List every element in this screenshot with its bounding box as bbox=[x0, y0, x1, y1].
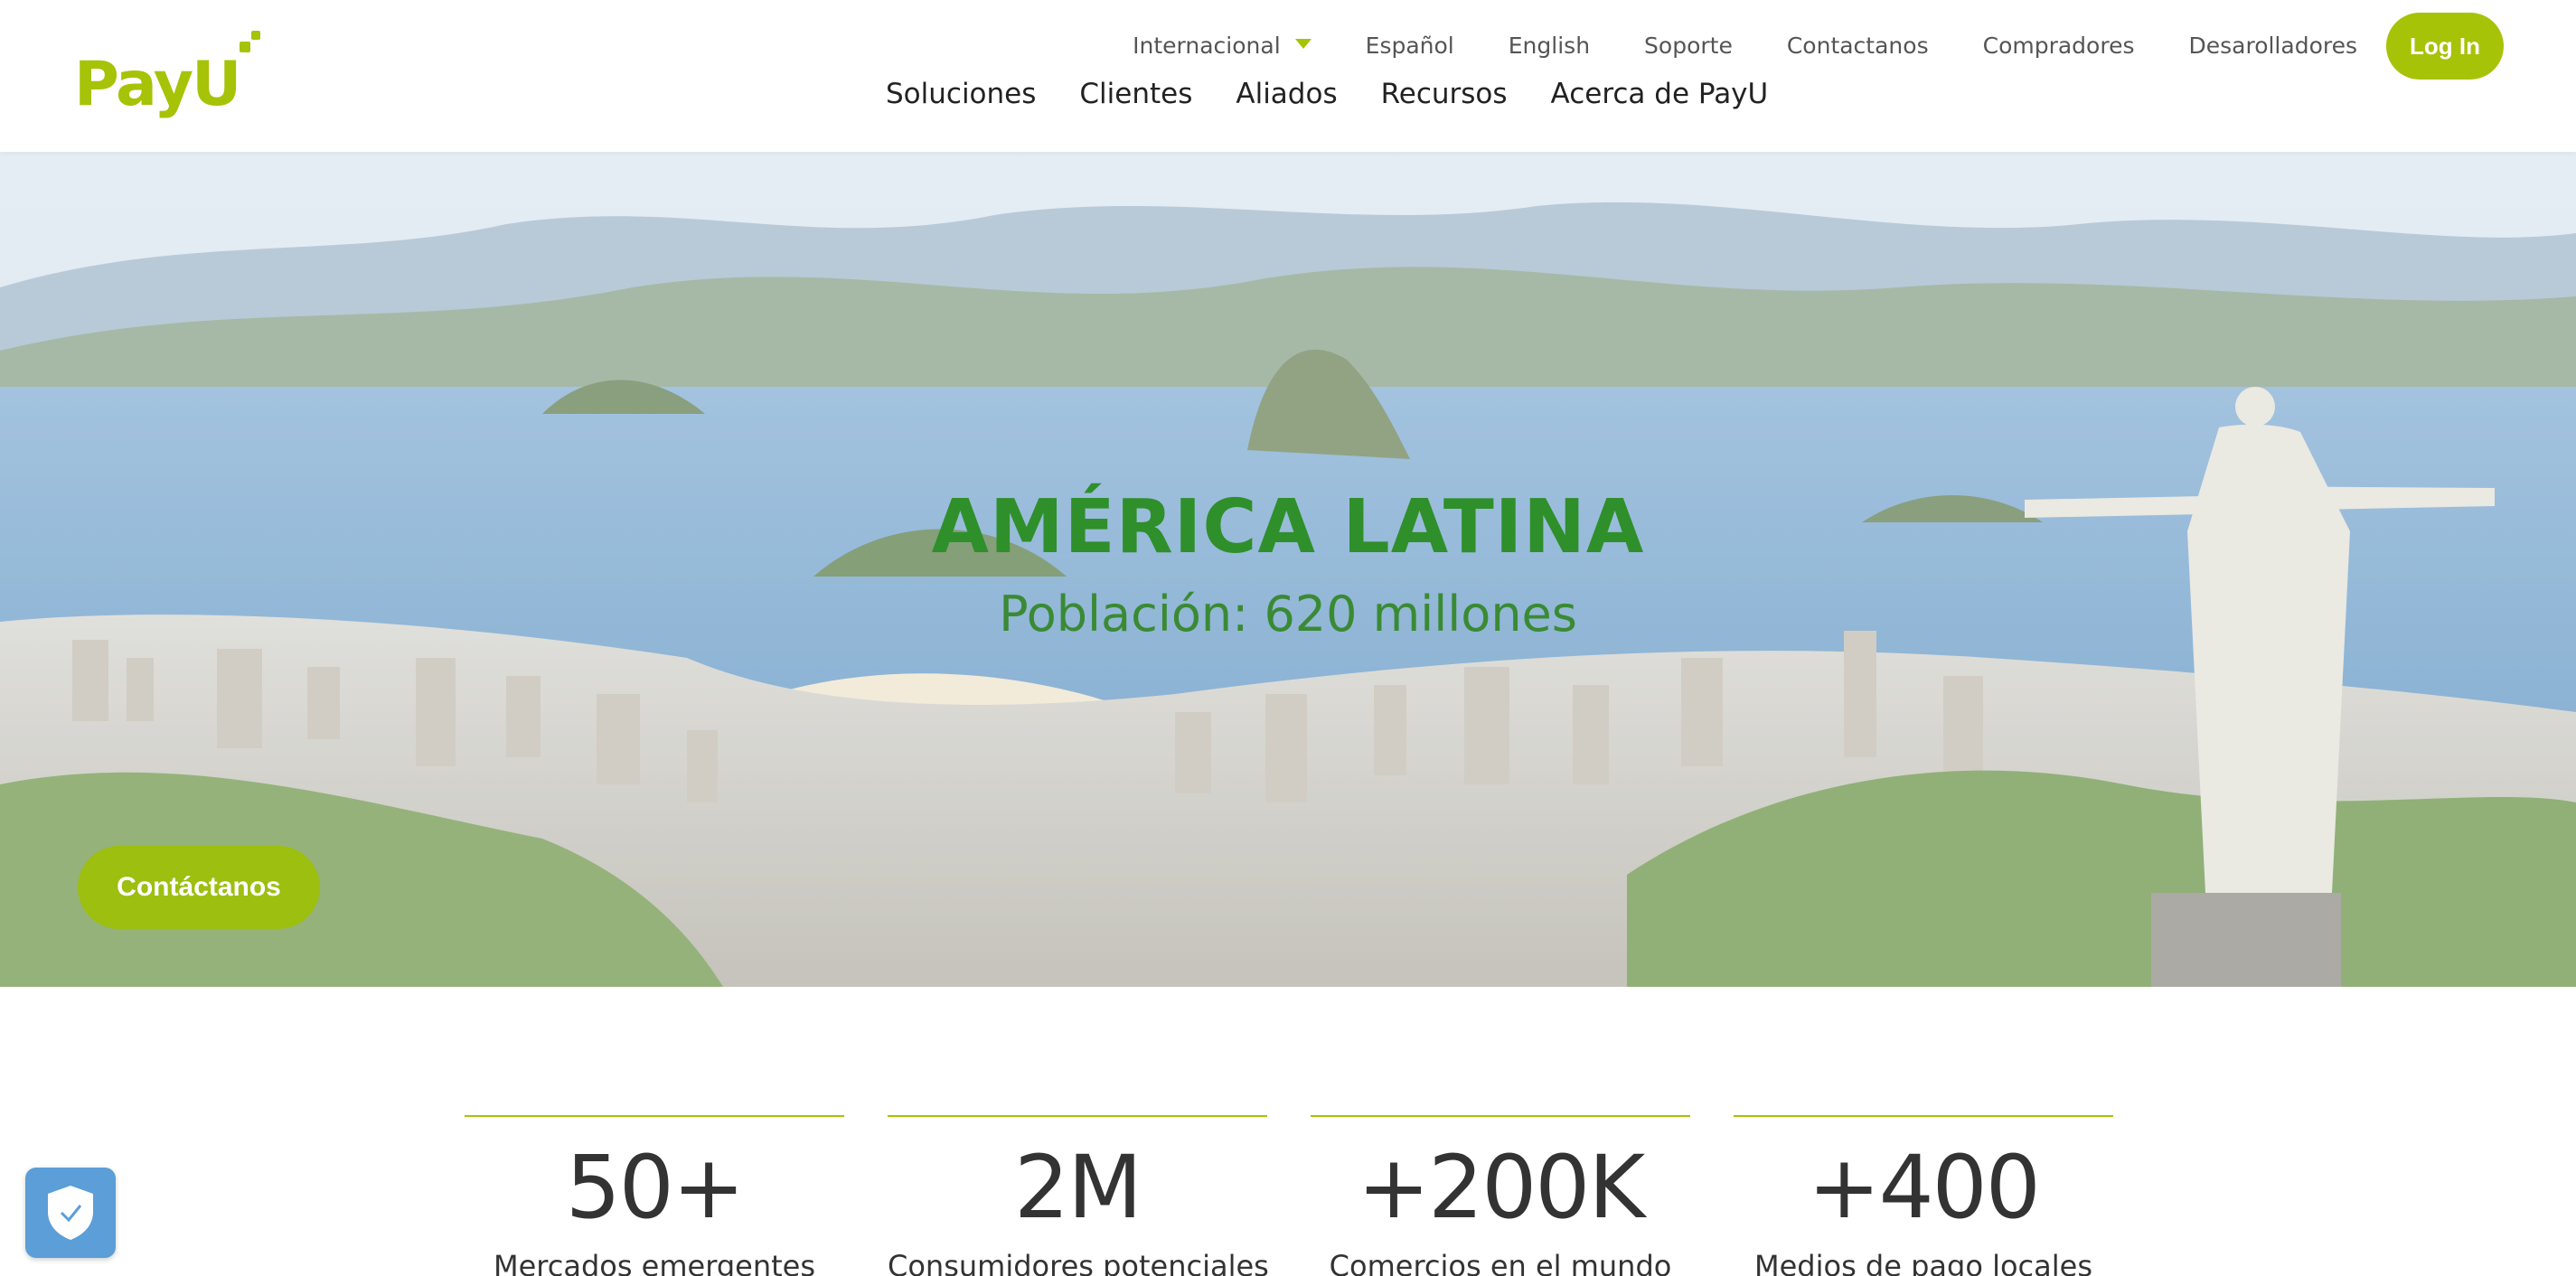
stat-value: +400 bbox=[1808, 1137, 2041, 1238]
nav-aliados[interactable]: Aliados bbox=[1236, 78, 1337, 110]
login-button[interactable]: Log In bbox=[2386, 13, 2504, 80]
logo-mark-icon bbox=[240, 31, 276, 116]
stat-label: Medios de pago locales bbox=[1754, 1249, 2092, 1276]
region-selector[interactable]: Internacional bbox=[1133, 33, 1312, 59]
contact-button[interactable]: Contáctanos bbox=[78, 846, 320, 929]
hero-title: AMÉRICA LATINA bbox=[931, 484, 1645, 570]
stat-label: Comercios en el mundo bbox=[1329, 1249, 1672, 1276]
top-links: Internacional Español English Soporte Co… bbox=[1133, 25, 2357, 65]
shield-check-icon bbox=[48, 1186, 93, 1240]
link-desarrolladores[interactable]: Desarolladores bbox=[2188, 33, 2357, 59]
stat-label: Mercados emergentes bbox=[493, 1249, 815, 1276]
link-contactanos[interactable]: Contactanos bbox=[1787, 33, 1929, 59]
hero-banner: AMÉRICA LATINA Población: 620 millones C… bbox=[0, 152, 2576, 987]
stat-item: +200K Comercios en el mundo bbox=[1311, 1115, 1690, 1276]
nav-recursos[interactable]: Recursos bbox=[1381, 78, 1508, 110]
region-label: Internacional bbox=[1133, 32, 1281, 59]
link-english[interactable]: English bbox=[1509, 33, 1590, 59]
stat-item: 2M Consumidores potenciales bbox=[888, 1115, 1269, 1276]
nav-clientes[interactable]: Clientes bbox=[1079, 78, 1192, 110]
main-nav: Soluciones Clientes Aliados Recursos Ace… bbox=[886, 78, 1768, 110]
payu-logo[interactable]: PayU bbox=[74, 31, 276, 120]
stat-item: 50+ Mercados emergentes bbox=[465, 1115, 844, 1276]
stat-value: +200K bbox=[1357, 1137, 1646, 1238]
stat-label: Consumidores potenciales bbox=[888, 1249, 1269, 1276]
stat-item: +400 Medios de pago locales bbox=[1734, 1115, 2113, 1276]
stat-value: 50+ bbox=[565, 1137, 746, 1238]
stat-value: 2M bbox=[1014, 1137, 1142, 1238]
logo-text: PayU bbox=[74, 49, 241, 120]
nav-soluciones[interactable]: Soluciones bbox=[886, 78, 1036, 110]
link-compradores[interactable]: Compradores bbox=[1983, 33, 2135, 59]
nav-acerca[interactable]: Acerca de PayU bbox=[1551, 78, 1769, 110]
site-header: PayU Internacional Español English Sopor… bbox=[0, 0, 2576, 152]
stats-section: 50+ Mercados emergentes 2M Consumidores … bbox=[465, 1115, 2113, 1276]
link-soporte[interactable]: Soporte bbox=[1644, 33, 1733, 59]
privacy-badge[interactable] bbox=[25, 1168, 116, 1258]
chevron-down-icon bbox=[1294, 38, 1312, 49]
hero-subtitle: Población: 620 millones bbox=[999, 586, 1577, 643]
link-espanol[interactable]: Español bbox=[1366, 33, 1454, 59]
